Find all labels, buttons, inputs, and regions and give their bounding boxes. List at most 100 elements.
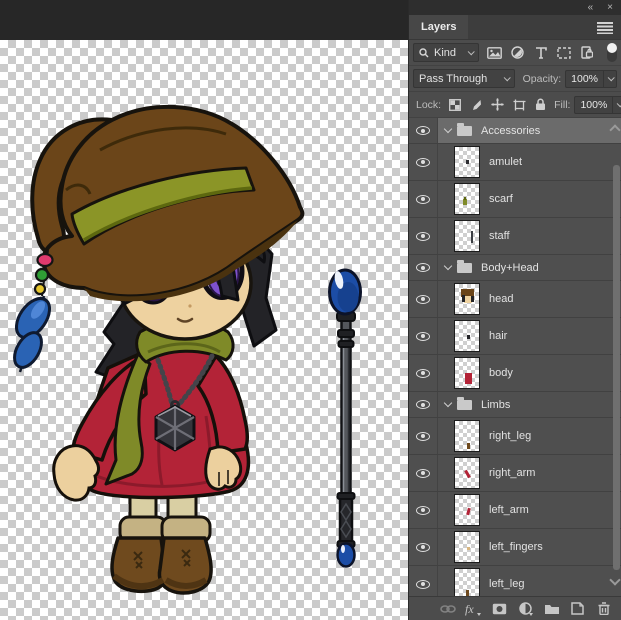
canvas-artwork[interactable]: [0, 0, 408, 620]
layer-row-scarf[interactable]: scarf: [409, 181, 621, 218]
eye-icon[interactable]: [416, 232, 430, 241]
group-row-Limbs[interactable]: Limbs: [409, 392, 621, 418]
eye-icon[interactable]: [416, 432, 430, 441]
thumbnail-content: [471, 231, 473, 243]
layer-row-hair[interactable]: hair: [409, 318, 621, 355]
add-layer-mask-icon[interactable]: [491, 601, 508, 617]
link-layers-icon[interactable]: [439, 601, 456, 617]
scrollbar-thumb[interactable]: [613, 165, 620, 570]
new-group-icon[interactable]: [543, 601, 560, 617]
eye-icon[interactable]: [416, 195, 430, 204]
layer-thumbnail[interactable]: [454, 531, 480, 563]
tab-layers[interactable]: Layers: [409, 15, 468, 39]
eye-icon[interactable]: [416, 580, 430, 589]
eye-icon[interactable]: [416, 126, 430, 135]
eye-icon[interactable]: [416, 295, 430, 304]
layer-name: head: [489, 293, 513, 305]
layer-thumbnail[interactable]: [454, 220, 480, 252]
layer-thumbnail[interactable]: [454, 420, 480, 452]
smart-object-filter-icon[interactable]: [578, 44, 595, 61]
eye-icon[interactable]: [416, 369, 430, 378]
folder-icon: [457, 400, 472, 410]
layer-style-fx-icon[interactable]: fx: [465, 601, 482, 617]
lock-row: Lock: Fill: 100%: [409, 92, 621, 118]
delete-layer-icon[interactable]: [595, 601, 612, 617]
visibility-cell: [409, 392, 438, 417]
row-content: head: [438, 281, 621, 317]
thumbnail-content: [466, 160, 469, 164]
adjustment-layers-filter-icon[interactable]: [509, 44, 526, 61]
eye-icon[interactable]: [416, 469, 430, 478]
layer-row-staff[interactable]: staff: [409, 218, 621, 255]
new-layer-icon[interactable]: [569, 601, 586, 617]
layer-row-head[interactable]: head: [409, 281, 621, 318]
blend-mode-dropdown[interactable]: Pass Through: [413, 69, 515, 88]
layer-thumbnail[interactable]: [454, 457, 480, 489]
thumbnail-content: [462, 295, 465, 302]
layer-thumbnail[interactable]: [454, 494, 480, 526]
filter-kind-dropdown[interactable]: Kind: [413, 43, 479, 62]
pixel-layers-filter-icon[interactable]: [486, 44, 503, 61]
group-name: Body+Head: [481, 262, 539, 274]
visibility-cell: [409, 181, 438, 217]
visibility-cell: [409, 144, 438, 180]
lock-transparency-icon[interactable]: [449, 99, 461, 111]
eye-icon[interactable]: [416, 158, 430, 167]
layer-thumbnail[interactable]: [454, 183, 480, 215]
collapse-panels-icon[interactable]: «: [588, 3, 594, 13]
row-content: body: [438, 355, 621, 391]
row-content: Accessories: [438, 118, 621, 143]
layer-thumbnail[interactable]: [454, 146, 480, 178]
group-row-Body+Head[interactable]: Body+Head: [409, 255, 621, 281]
shape-layers-filter-icon[interactable]: [555, 44, 572, 61]
row-content: hair: [438, 318, 621, 354]
layer-thumbnail[interactable]: [454, 357, 480, 389]
thumbnail-content: [465, 373, 472, 384]
layer-row-left_arm[interactable]: left_arm: [409, 492, 621, 529]
type-layers-filter-icon[interactable]: [532, 44, 549, 61]
thumbnail-content: [471, 296, 474, 302]
group-row-Accessories[interactable]: Accessories: [409, 118, 621, 144]
layer-row-amulet[interactable]: amulet: [409, 144, 621, 181]
layer-name: body: [489, 367, 513, 379]
eye-icon[interactable]: [416, 543, 430, 552]
expand-chevron-icon[interactable]: [444, 399, 452, 407]
opacity-label: Opacity:: [523, 73, 562, 85]
layer-thumbnail[interactable]: [454, 568, 480, 596]
fill-input[interactable]: 100%: [574, 96, 621, 114]
layer-filter-row: Kind: [409, 40, 621, 66]
row-content: right_arm: [438, 455, 621, 491]
row-content: scarf: [438, 181, 621, 217]
row-content: Body+Head: [438, 255, 621, 280]
staff-artwork: [330, 270, 361, 567]
lock-position-icon[interactable]: [491, 98, 504, 111]
new-adjustment-layer-icon[interactable]: [517, 601, 534, 617]
lock-all-icon[interactable]: [535, 98, 546, 111]
eye-icon[interactable]: [416, 506, 430, 515]
panel-menu-icon[interactable]: [597, 22, 613, 34]
visibility-cell: [409, 455, 438, 491]
visibility-cell: [409, 492, 438, 528]
layer-thumbnail[interactable]: [454, 283, 480, 315]
layer-row-right_leg[interactable]: right_leg: [409, 418, 621, 455]
layer-thumbnail[interactable]: [454, 320, 480, 352]
lock-artboard-icon[interactable]: [513, 99, 526, 111]
layer-row-right_arm[interactable]: right_arm: [409, 455, 621, 492]
eye-icon[interactable]: [416, 332, 430, 341]
svg-text:fx: fx: [465, 602, 474, 616]
panel-group-header: « ×: [409, 0, 621, 15]
layer-row-body[interactable]: body: [409, 355, 621, 392]
expand-chevron-icon[interactable]: [444, 125, 452, 133]
opacity-input[interactable]: 100%: [565, 70, 617, 88]
filter-toggle[interactable]: [607, 44, 617, 62]
close-icon[interactable]: ×: [607, 3, 613, 13]
eye-icon[interactable]: [416, 400, 430, 409]
layer-row-left_leg[interactable]: left_leg: [409, 566, 621, 596]
eye-icon[interactable]: [416, 263, 430, 272]
lock-pixels-icon[interactable]: [470, 99, 482, 111]
document-canvas[interactable]: [0, 0, 408, 620]
expand-chevron-icon[interactable]: [444, 262, 452, 270]
thumbnail-content: [467, 443, 470, 449]
layer-row-left_fingers[interactable]: left_fingers: [409, 529, 621, 566]
row-content: Limbs: [438, 392, 621, 417]
